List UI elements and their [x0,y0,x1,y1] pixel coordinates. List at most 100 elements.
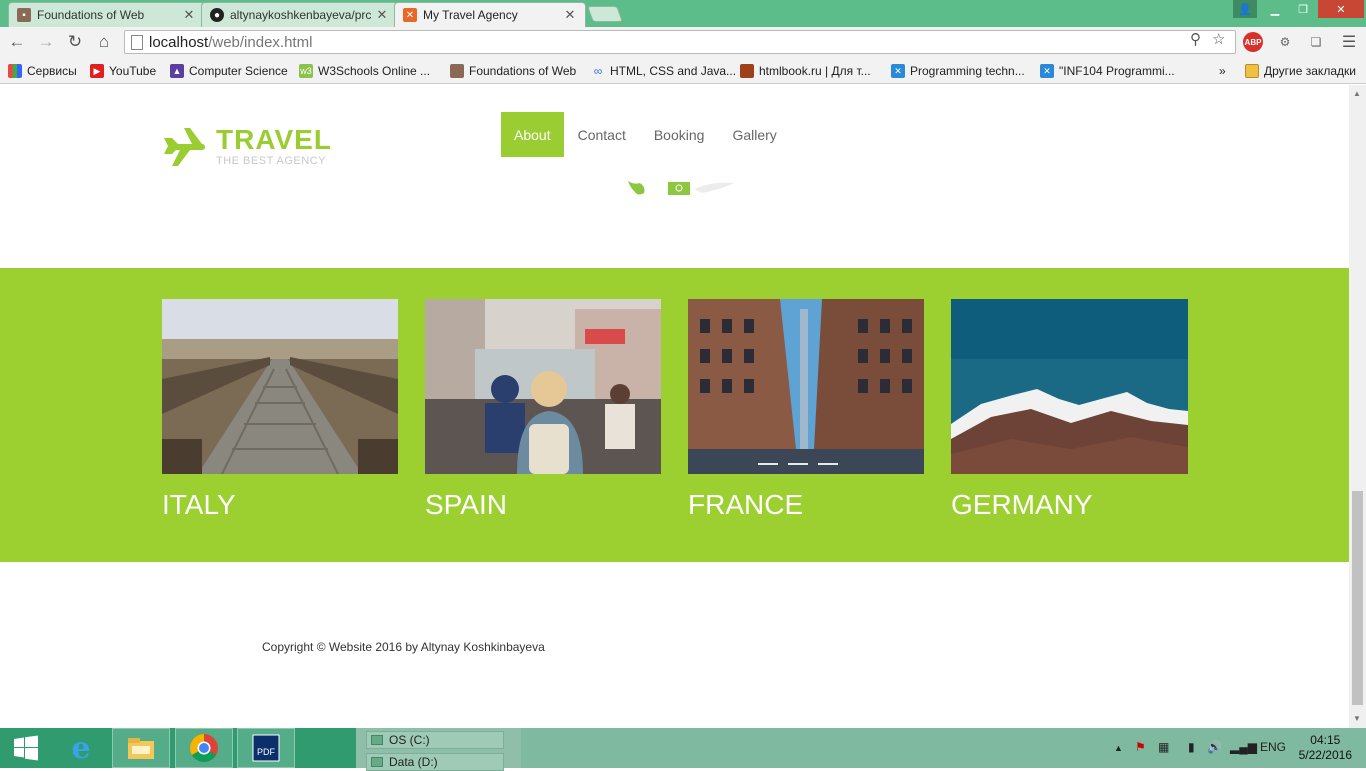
file-explorer-icon[interactable] [112,728,170,768]
bookmark-computer-science[interactable]: ▲ Computer Science [170,63,288,79]
new-tab-button[interactable] [587,6,623,22]
close-window-button[interactable]: ✕ [1318,0,1364,18]
drive-d[interactable]: Data (D:) [366,753,504,771]
programming-icon: ✕ [1040,64,1054,78]
bookmark-htmlbook[interactable]: htmlbook.ru | Для т... [740,63,871,79]
restore-button[interactable]: ❐ [1290,0,1316,18]
bookmark-w3schools[interactable]: w3 W3Schools Online ... [299,63,430,79]
scroll-up-arrow-icon[interactable]: ▲ [1353,89,1361,98]
nav-contact[interactable]: Contact [564,112,640,157]
bookmark-services[interactable]: Сервисы [8,63,77,79]
site-logo[interactable]: TRAVEL THE BEST AGENCY [162,124,332,168]
tab-my-travel-agency[interactable]: ✕ My Travel Agency ✕ [394,2,586,27]
pdf-reader-icon[interactable]: PDF [237,728,295,768]
street-traffic-photo [425,299,661,474]
country-name: GERMANY [951,489,1093,520]
bookmark-youtube[interactable]: ▶ YouTube [90,63,156,79]
windows-taskbar: e PDF OS (C:) Data (D:) ▲ ⚑ ▦ ▮ 🔊 ▂▄▆ EN… [0,728,1366,771]
action-center-flag-icon[interactable]: ⚑ [1135,740,1146,754]
system-clock[interactable]: 04:15 5/22/2016 [1299,733,1352,763]
drive-c[interactable]: OS (C:) [366,731,504,749]
main-navigation: About Contact Booking Gallery [501,112,791,157]
scroll-down-arrow-icon[interactable]: ▼ [1353,714,1361,723]
home-icon[interactable]: ⌂ [93,31,115,53]
scrollbar-thumb[interactable] [1352,491,1363,705]
back-arrow-icon[interactable]: ← [6,31,28,53]
cs-icon: ▲ [170,64,184,78]
chrome-icon[interactable] [175,728,233,768]
minimize-button[interactable]: ▁ [1262,0,1288,18]
destination-card-germany[interactable]: GERMANY [951,299,1188,521]
country-name: ITALY [162,489,236,520]
tab-foundations-of-web[interactable]: ▪ Foundations of Web ✕ [8,2,205,27]
logo-title: TRAVEL [216,124,332,155]
clock-date: 5/22/2016 [1298,748,1352,762]
tab-close-icon[interactable]: ✕ [182,7,196,23]
tab-close-icon[interactable]: ✕ [375,7,389,23]
youtube-icon: ▶ [90,64,104,78]
forward-arrow-icon[interactable]: → [35,31,57,53]
page-viewport: TRAVEL THE BEST AGENCY About Contact Boo… [0,85,1366,728]
windows-update-icon[interactable]: ▦ [1158,740,1169,754]
clock-time: 04:15 [1310,733,1341,747]
page-icon [131,34,143,50]
extension-icon[interactable]: ⚙ [1275,32,1295,52]
w3schools-icon: w3 [299,64,313,78]
bookmarks-overflow-chevron-icon[interactable]: » [1219,63,1226,79]
bookmark-foundations-of-web[interactable]: Foundations of Web [450,63,576,79]
adblock-icon[interactable]: ABP [1243,32,1263,52]
tab-title: altynaykoshkenbayeva/prc [230,8,372,22]
other-bookmarks-folder[interactable]: Другие закладки [1245,63,1356,79]
address-bar[interactable]: localhost/web/index.html [124,30,1236,54]
copyright-text: Copyright © Website 2016 by Altynay Kosh… [262,640,545,654]
logo-subtitle: THE BEST AGENCY [216,155,326,167]
tab-github-repo[interactable]: ● altynaykoshkenbayeva/prc ✕ [201,2,398,27]
url-text: localhost/web/index.html [149,33,313,51]
programming-icon: ✕ [891,64,905,78]
infinity-icon: ∞ [593,64,603,78]
xampp-icon: ✕ [403,8,417,22]
zoom-search-icon[interactable]: ⚲ [1190,30,1201,48]
apps-grid-icon [8,64,22,78]
windows-start-icon[interactable] [0,728,52,768]
city-street-photo [688,299,924,474]
reload-icon[interactable]: ↻ [64,31,86,53]
world-map-fragment [628,181,734,195]
drive-icon [371,757,383,767]
page-favicon-icon: ▪ [17,8,31,22]
nav-gallery[interactable]: Gallery [718,112,790,157]
drive-icon [371,735,383,745]
bookmark-inf104[interactable]: ✕ "INF104 Programmi... [1040,63,1175,79]
airplane-icon [164,128,205,166]
bookmark-html-css-java[interactable]: ∞ HTML, CSS and Java... [591,63,736,79]
chrome-menu-icon[interactable]: ☰ [1339,32,1359,52]
battery-icon[interactable]: ▮ [1188,740,1195,754]
network-signal-icon[interactable]: ▂▄▆ [1230,740,1257,754]
country-name: FRANCE [688,489,804,520]
destination-card-italy[interactable]: ITALY [162,299,398,521]
volume-icon[interactable]: 🔊 [1207,740,1222,754]
browser-toolbar: ← → ↻ ⌂ localhost/web/index.html ⚲ ☆ ABP… [0,27,1366,58]
mountains-photo [951,299,1188,474]
svg-text:PDF: PDF [257,747,276,757]
tab-title: Foundations of Web [37,8,145,22]
tab-close-icon[interactable]: ✕ [563,7,577,23]
extension-puzzle-icon[interactable]: ❏ [1306,32,1326,52]
page-scrollbar[interactable]: ▲ ▼ [1349,85,1366,728]
destinations-section: ITALY SPAIN FRANCE GERMANY [0,268,1349,562]
system-tray: ▲ ⚑ ▦ ▮ 🔊 ▂▄▆ ENG 04:15 5/22/2016 [521,728,1366,768]
show-hidden-icons-icon[interactable]: ▲ [1114,743,1123,753]
input-language[interactable]: ENG [1260,740,1286,754]
tab-title: My Travel Agency [423,8,518,22]
destination-card-france[interactable]: FRANCE [688,299,924,521]
country-name: SPAIN [425,489,507,520]
nav-booking[interactable]: Booking [640,112,719,157]
nav-about[interactable]: About [501,112,564,157]
bookmark-programming-tech[interactable]: ✕ Programming techn... [891,63,1025,79]
boardwalk-photo [162,299,398,474]
user-profile-icon[interactable]: 👤 [1233,0,1257,18]
bookmark-star-icon[interactable]: ☆ [1212,30,1225,48]
internet-explorer-icon[interactable]: e [52,728,110,768]
destination-card-spain[interactable]: SPAIN [425,299,661,521]
github-icon: ● [210,8,224,22]
